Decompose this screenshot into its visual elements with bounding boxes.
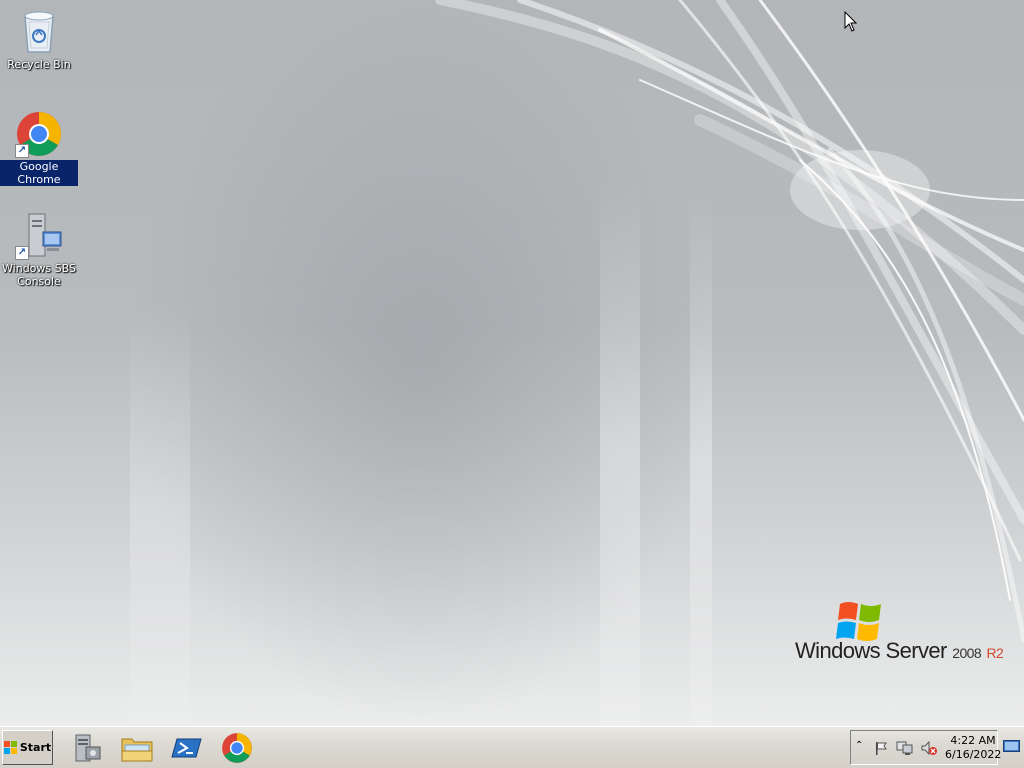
network-icon[interactable]	[896, 740, 914, 756]
mouse-cursor-icon	[844, 11, 858, 32]
clock-date: 6/16/2022	[945, 748, 1002, 761]
shortcut-arrow-icon: ↗	[15, 246, 29, 260]
taskbar-server-manager-button[interactable]	[70, 731, 104, 765]
logo-version-text: 2008	[952, 645, 982, 661]
server-console-icon: ↗	[15, 212, 63, 260]
desktop-icon-label: Recycle Bin	[7, 58, 71, 71]
chrome-icon: ↗	[15, 110, 63, 158]
start-label: Start	[19, 741, 52, 754]
start-button[interactable]: Start	[2, 730, 53, 765]
logo-edition-text: R2	[986, 645, 1004, 661]
logo-brand-text: Windows Server	[795, 638, 947, 663]
shortcut-arrow-icon: ↗	[15, 144, 29, 158]
windows-server-logo: Windows Server 2008 R2	[790, 600, 1010, 670]
powershell-icon	[171, 738, 202, 758]
show-desktop-icon[interactable]	[1003, 740, 1020, 753]
desktop-background[interactable]: Recycle Bin ↗ Google Chrome ↗ Windows SB…	[0, 0, 1024, 726]
clock-time: 4:22 AM	[950, 734, 996, 747]
windows-flag-icon	[836, 602, 881, 641]
desktop-icon-label: Windows SBS Console	[2, 262, 76, 288]
folder-icon	[121, 738, 153, 762]
clock[interactable]: 4:22 AM 6/16/2022	[945, 734, 1001, 762]
taskbar-windows-explorer-button[interactable]	[120, 731, 154, 765]
notification-area: ⌃ 4:22 AM 6/16/2022	[850, 730, 1001, 765]
show-hidden-icons-icon[interactable]: ⌃	[855, 740, 863, 751]
desktop-icon-windows-sbs-console[interactable]: ↗ Windows SBS Console	[0, 212, 78, 288]
desktop-icon-recycle-bin[interactable]: Recycle Bin	[0, 8, 78, 71]
chrome-icon	[222, 733, 252, 763]
windows-logo-icon	[3, 740, 17, 754]
action-center-flag-icon[interactable]	[873, 740, 889, 756]
taskbar-powershell-button[interactable]	[170, 731, 204, 765]
desktop-icon-google-chrome[interactable]: ↗ Google Chrome	[0, 110, 78, 186]
taskbar: Start ⌃ 4:22 AM 6/16/2022	[0, 726, 1024, 768]
volume-muted-icon[interactable]	[920, 740, 938, 756]
recycle-bin-icon	[15, 8, 63, 56]
taskbar-google-chrome-button[interactable]	[220, 731, 254, 765]
server-manager-icon	[75, 734, 101, 762]
desktop-icon-label: Google Chrome	[0, 160, 78, 186]
